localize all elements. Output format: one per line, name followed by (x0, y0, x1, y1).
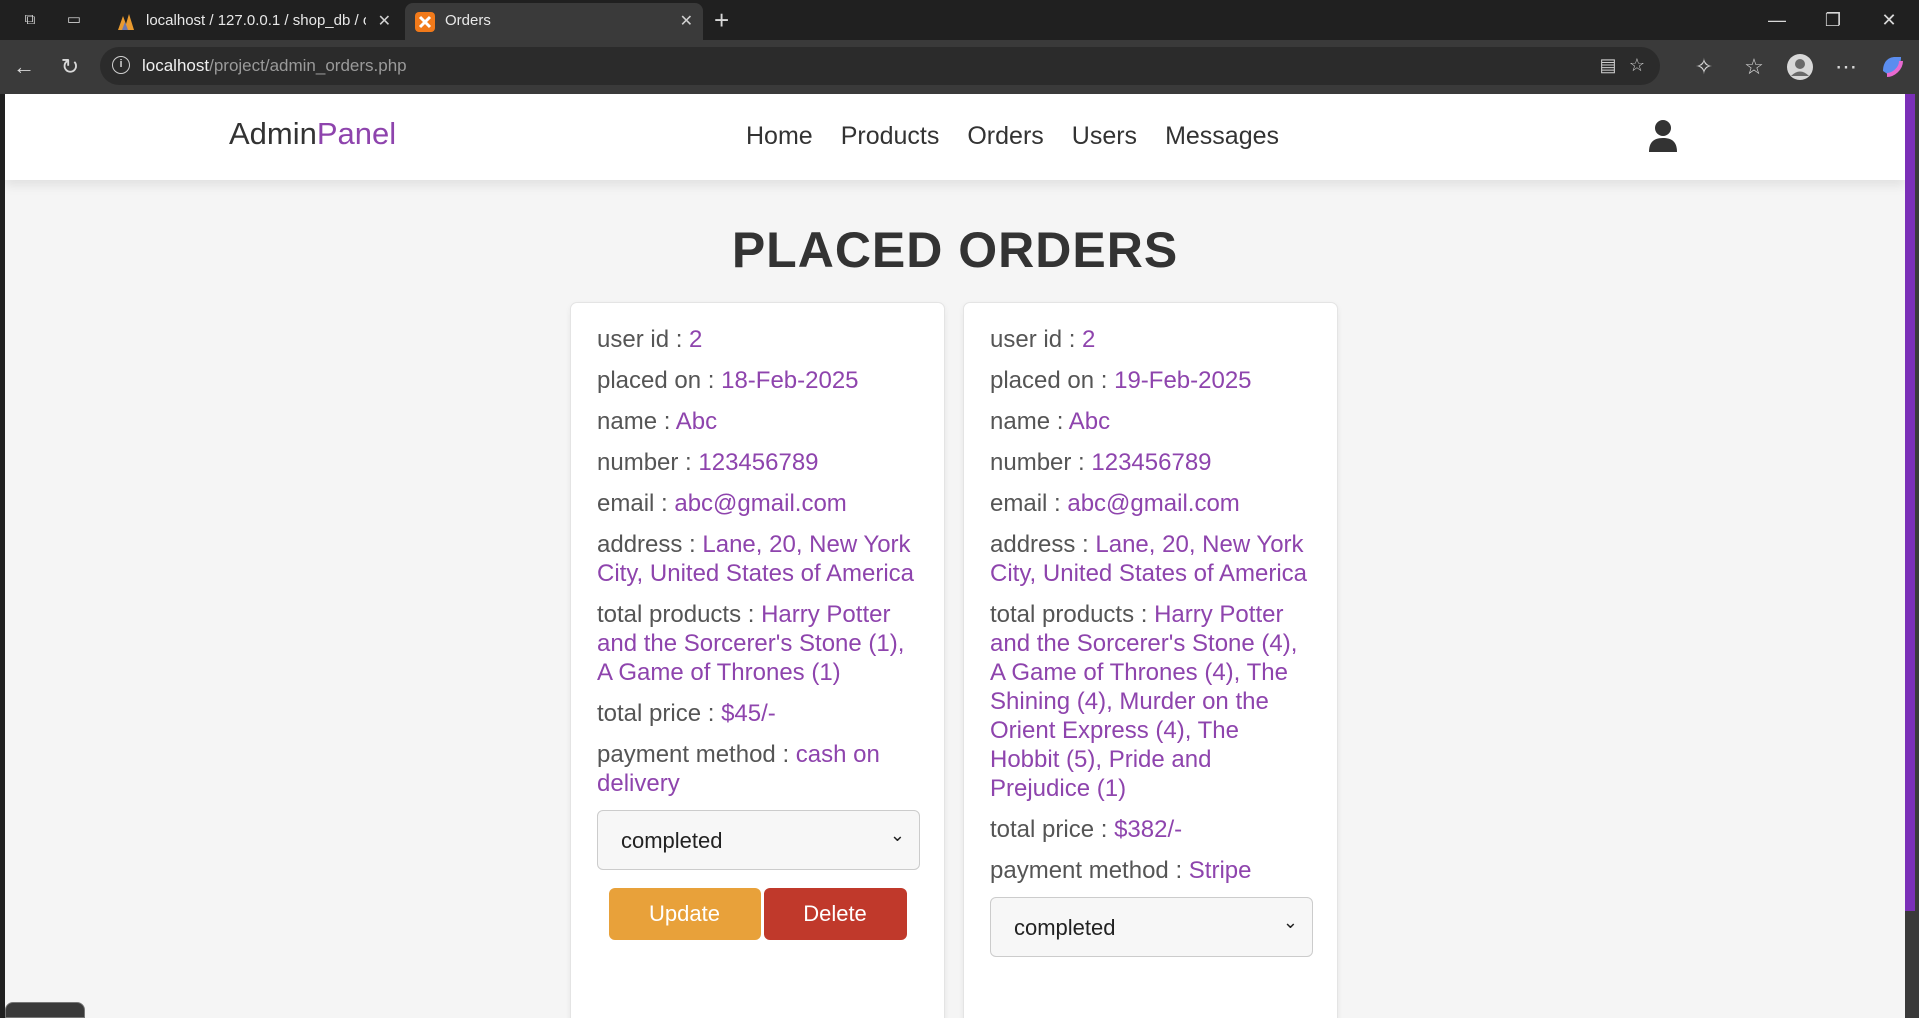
order-total-products: total products : Harry Potter and the So… (597, 601, 905, 686)
more-menu-icon[interactable]: ⋯ (1832, 53, 1860, 81)
back-icon[interactable]: ← (10, 53, 38, 81)
nav-users[interactable]: Users (1072, 122, 1137, 151)
main-nav: Home Products Orders Users Messages (746, 122, 1279, 151)
minimize-icon[interactable]: — (1754, 6, 1800, 34)
profile-avatar-icon[interactable] (1786, 53, 1814, 81)
order-name: name : Abc (990, 408, 1111, 435)
browser-tab-bar: ⧉ ▭ localhost / 127.0.0.1 / shop_db / o … (0, 0, 1919, 40)
browser-toolbar: ← ↻ i localhost/project/admin_orders.php… (0, 40, 1919, 94)
chevron-down-icon: ⌄ (889, 825, 905, 845)
xampp-icon (415, 12, 435, 32)
user-icon[interactable] (1648, 119, 1678, 153)
order-total-price: total price : $382/- (990, 816, 1183, 843)
order-status-select[interactable]: completed ⌄ (990, 897, 1313, 957)
close-tab-icon[interactable]: ✕ (680, 11, 693, 31)
scrollbar-thumb[interactable] (1905, 94, 1915, 911)
phpmyadmin-icon (116, 12, 136, 32)
order-total-price: total price : $45/- (597, 700, 776, 727)
status-bubble (5, 1002, 85, 1018)
order-address: address : Lane, 20, New York City, Unite… (990, 531, 1308, 587)
page-viewport: AdminPanel Home Products Orders Users Me… (5, 94, 1905, 1018)
order-user-id: user id : 2 (990, 326, 1096, 353)
nav-orders[interactable]: Orders (967, 122, 1043, 151)
site-info-icon[interactable]: i (112, 56, 130, 74)
order-placed-on: placed on : 18-Feb-2025 (597, 367, 859, 394)
order-number: number : 123456789 (597, 449, 819, 476)
order-email: email : abc@gmail.com (990, 490, 1240, 517)
tab-title: Orders (445, 12, 491, 29)
extensions-icon[interactable]: ✧ (1690, 53, 1718, 81)
reader-view-icon[interactable]: ▤ (1596, 55, 1620, 76)
order-email: email : abc@gmail.com (597, 490, 847, 517)
order-user-id: user id : 2 (597, 326, 703, 353)
nav-messages[interactable]: Messages (1165, 122, 1279, 151)
close-tab-icon[interactable]: ✕ (378, 11, 391, 31)
logo[interactable]: AdminPanel (229, 116, 396, 152)
order-payment-method: payment method : cash on delivery (597, 741, 880, 797)
url-text[interactable]: localhost/project/admin_orders.php (142, 56, 407, 76)
order-address: address : Lane, 20, New York City, Unite… (597, 531, 915, 587)
copilot-icon[interactable] (1878, 53, 1906, 81)
order-number: number : 123456789 (990, 449, 1212, 476)
workspaces-icon[interactable]: ⧉ (20, 10, 40, 30)
delete-button[interactable]: Delete (763, 888, 907, 940)
tab-title: localhost / 127.0.0.1 / shop_db / o (146, 12, 366, 29)
new-tab-icon[interactable]: + (714, 6, 729, 34)
restore-icon[interactable]: ❐ (1810, 6, 1856, 34)
update-button[interactable]: Update (608, 888, 761, 940)
order-card: user id : 2 placed on : 18-Feb-2025 name… (570, 302, 945, 1018)
order-total-products: total products : Harry Potter and the So… (990, 601, 1298, 802)
favorite-star-icon[interactable]: ☆ (1625, 55, 1649, 76)
order-payment-method: payment method : Stripe (990, 857, 1252, 884)
tab-orders[interactable]: Orders ✕ (405, 3, 703, 40)
tab-actions-icon[interactable]: ▭ (64, 10, 84, 30)
tab-phpmyadmin[interactable]: localhost / 127.0.0.1 / shop_db / o ✕ (106, 3, 401, 40)
order-actions: Update Delete (597, 888, 918, 940)
close-window-icon[interactable]: ✕ (1866, 6, 1912, 34)
page-title: PLACED ORDERS (731, 222, 1179, 278)
nav-home[interactable]: Home (746, 122, 813, 151)
site-header: AdminPanel Home Products Orders Users Me… (5, 94, 1905, 180)
favorites-icon[interactable]: ☆ (1740, 53, 1768, 81)
reload-icon[interactable]: ↻ (56, 53, 84, 81)
order-status-select[interactable]: completed ⌄ (597, 810, 920, 870)
nav-products[interactable]: Products (841, 122, 940, 151)
address-bar[interactable]: i localhost/project/admin_orders.php ▤ ☆ (100, 47, 1660, 85)
order-placed-on: placed on : 19-Feb-2025 (990, 367, 1252, 394)
order-name: name : Abc (597, 408, 718, 435)
order-card: user id : 2 placed on : 19-Feb-2025 name… (963, 302, 1338, 1018)
chevron-down-icon: ⌄ (1282, 912, 1298, 932)
